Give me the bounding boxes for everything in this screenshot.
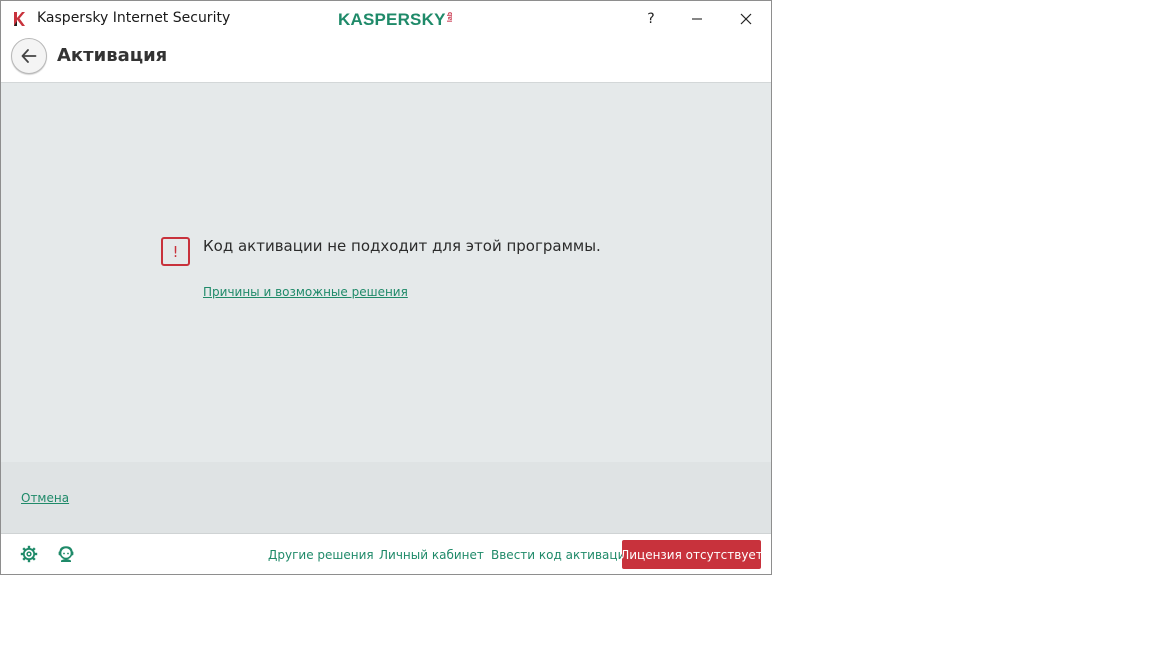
title-bar: Kaspersky Internet Security KASPERSKY la… [1,1,771,37]
error-icon: ! [161,237,190,266]
footer-bar: Другие решения Личный кабинет Ввести код… [1,534,771,574]
logo-lab-text: lab [446,12,454,23]
other-solutions-link[interactable]: Другие решения [268,548,374,562]
support-icon[interactable] [57,545,75,563]
close-button[interactable] [723,1,769,37]
minimize-button[interactable] [674,1,720,37]
exclamation-mark: ! [172,242,179,261]
error-message: Код активации не подходит для этой прогр… [203,237,601,255]
arrow-left-icon [21,49,37,63]
main-content: ! Код активации не подходит для этой про… [1,82,771,463]
kaspersky-logo: KASPERSKY lab [338,10,455,30]
license-button-label: Лицензия отсутствует [620,547,763,562]
action-bar: Отмена [1,462,771,534]
license-missing-button[interactable]: Лицензия отсутствует [620,540,763,569]
enter-activation-code-link[interactable]: Ввести код активации [491,548,633,562]
help-button[interactable]: ? [628,1,674,37]
page-header: Активация [1,37,771,83]
back-button[interactable] [11,38,47,74]
window-title: Kaspersky Internet Security [37,10,231,26]
minimize-icon [692,18,702,20]
close-icon [740,13,752,25]
kaspersky-logo-icon [14,12,25,26]
app-window: Kaspersky Internet Security KASPERSKY la… [0,0,772,575]
help-icon: ? [647,11,655,27]
my-account-link[interactable]: Личный кабинет [379,548,484,562]
gear-icon[interactable] [20,545,38,563]
page-title: Активация [57,45,168,66]
reasons-and-solutions-link[interactable]: Причины и возможные решения [203,285,408,299]
logo-text: KASPERSKY [338,10,446,29]
cancel-link[interactable]: Отмена [21,491,69,505]
